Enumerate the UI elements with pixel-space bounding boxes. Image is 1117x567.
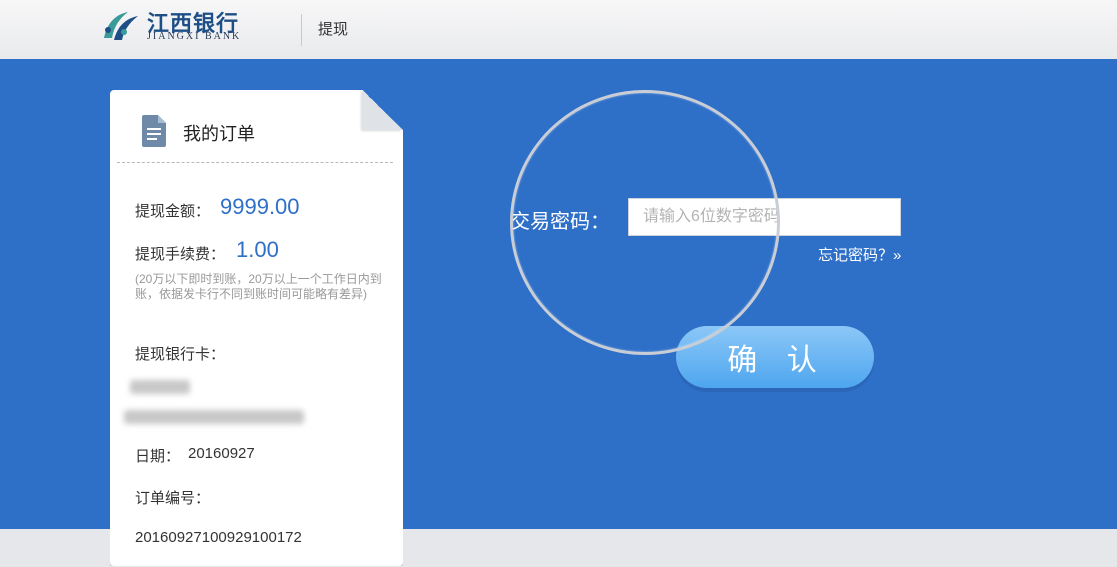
bank-logo-icon [104, 12, 138, 40]
date-label: 日期： [135, 448, 181, 465]
document-icon [142, 115, 166, 147]
amount-label: 提现金额： [135, 203, 211, 220]
card-folded-corner [362, 90, 403, 130]
bank-card-label: 提现银行卡： [135, 346, 226, 363]
bank-logo-english: JIANGXI BANK [147, 31, 242, 42]
card-divider [117, 162, 393, 163]
transaction-password-label: 交易密码： [510, 211, 610, 233]
forgot-password-link[interactable]: 忘记密码？» [818, 244, 901, 265]
amount-value: 9999.00 [220, 194, 300, 219]
blurred-card-number [124, 410, 304, 424]
date-value: 20160927 [188, 445, 255, 462]
confirm-button[interactable]: 确 认 [676, 326, 874, 388]
header-divider [301, 14, 302, 46]
order-number-value: 20160927100929100172 [135, 529, 302, 546]
page-title: 提现 [318, 21, 349, 38]
fee-label: 提现手续费： [135, 246, 226, 263]
blurred-cardholder-name [130, 380, 190, 394]
transaction-password-input[interactable] [628, 198, 901, 236]
fee-value: 1.00 [236, 237, 279, 262]
order-card-title: 我的订单 [183, 124, 255, 144]
top-header: 江西银行 JIANGXI BANK 提现 [0, 0, 1117, 60]
arrival-note: (20万以下即时到账，20万以上一个工作日内到账，依据发卡行不同到账时间可能略有… [135, 272, 382, 301]
order-number-label: 订单编号： [135, 490, 211, 507]
